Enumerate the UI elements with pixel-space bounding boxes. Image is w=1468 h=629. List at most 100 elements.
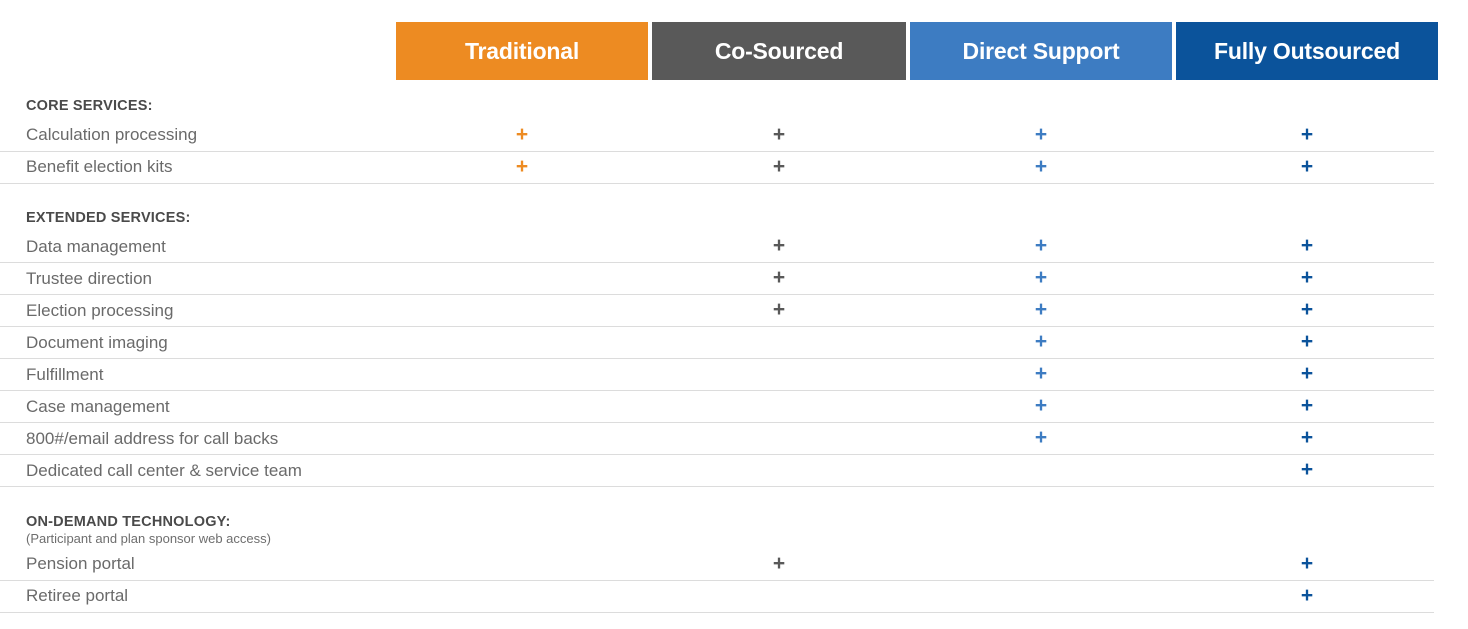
row-marks: +++ xyxy=(396,263,1434,294)
plus-icon-fully_outsourced: + xyxy=(1176,120,1438,151)
plus-icon-traditional: + xyxy=(396,152,648,183)
row-marks: +++ xyxy=(396,295,1434,326)
matrix-row[interactable]: Document imaging ++ xyxy=(0,327,1434,359)
matrix-row[interactable]: Benefit election kits ++++ xyxy=(0,152,1434,184)
row-label: Retiree portal xyxy=(26,586,128,606)
row-marks: ++++ xyxy=(396,120,1434,151)
empty-cell-direct_support xyxy=(910,455,1172,486)
column-header-co_sourced[interactable]: Co-Sourced xyxy=(652,22,906,80)
plus-icon-co_sourced: + xyxy=(652,231,906,262)
empty-cell-traditional xyxy=(396,549,648,580)
column-header-fully_outsourced[interactable]: Fully Outsourced xyxy=(1176,22,1438,80)
section-heading: EXTENDED SERVICES: xyxy=(0,184,1468,232)
matrix-row[interactable]: Data management +++ xyxy=(0,231,1434,263)
column-header-label: Traditional xyxy=(465,38,579,65)
matrix-row[interactable]: Calculation processing ++++ xyxy=(0,120,1434,152)
plus-icon-fully_outsourced: + xyxy=(1176,263,1438,294)
plus-icon-co_sourced: + xyxy=(652,295,906,326)
section-subheading: (Participant and plan sponsor web access… xyxy=(0,531,1468,549)
row-marks: + xyxy=(396,455,1434,486)
row-marks: ++ xyxy=(396,359,1434,390)
empty-cell-co_sourced xyxy=(652,327,906,358)
header-corner-spacer xyxy=(0,0,396,82)
row-label: Trustee direction xyxy=(26,269,152,289)
empty-cell-traditional xyxy=(396,391,648,422)
matrix-row[interactable]: Pension portal ++ xyxy=(0,549,1434,581)
plus-icon-direct_support: + xyxy=(910,152,1172,183)
section-heading: CORE SERVICES: xyxy=(0,82,1468,120)
row-label: Dedicated call center & service team xyxy=(26,461,302,481)
empty-cell-traditional xyxy=(396,455,648,486)
row-label: Fulfillment xyxy=(26,365,103,385)
empty-cell-traditional xyxy=(396,581,648,612)
empty-cell-traditional xyxy=(396,263,648,294)
matrix-row[interactable]: Case management++ xyxy=(0,391,1434,423)
empty-cell-direct_support xyxy=(910,581,1172,612)
column-header-label: Direct Support xyxy=(963,38,1120,65)
row-label: Calculation processing xyxy=(26,125,197,145)
row-label: Pension portal xyxy=(26,554,135,574)
matrix-row[interactable]: Fulfillment ++ xyxy=(0,359,1434,391)
matrix-row[interactable]: 800#/email address for call backs ++ xyxy=(0,423,1434,455)
row-marks: ++ xyxy=(396,327,1434,358)
header-cells: Traditional Co-Sourced Direct Support Fully… xyxy=(396,0,1434,80)
plus-icon-fully_outsourced: + xyxy=(1176,327,1438,358)
column-header-traditional[interactable]: Traditional xyxy=(396,22,648,80)
plus-icon-fully_outsourced: + xyxy=(1176,455,1438,486)
empty-cell-co_sourced xyxy=(652,581,906,612)
empty-cell-co_sourced xyxy=(652,391,906,422)
plus-icon-direct_support: + xyxy=(910,423,1172,454)
plus-icon-fully_outsourced: + xyxy=(1176,549,1438,580)
matrix-row[interactable]: Retiree portal + xyxy=(0,581,1434,613)
empty-cell-co_sourced xyxy=(652,455,906,486)
comparison-matrix: Traditional Co-Sourced Direct Support Fully… xyxy=(0,0,1468,629)
row-label: Benefit election kits xyxy=(26,157,172,177)
plus-icon-fully_outsourced: + xyxy=(1176,295,1438,326)
row-label: Document imaging xyxy=(26,333,168,353)
plus-icon-direct_support: + xyxy=(910,231,1172,262)
empty-cell-traditional xyxy=(396,359,648,390)
row-label: Data management xyxy=(26,237,166,257)
matrix-row[interactable]: Trustee direction +++ xyxy=(0,263,1434,295)
plus-icon-direct_support: + xyxy=(910,359,1172,390)
plus-icon-fully_outsourced: + xyxy=(1176,231,1438,262)
plus-icon-direct_support: + xyxy=(910,391,1172,422)
empty-cell-direct_support xyxy=(910,549,1172,580)
plus-icon-fully_outsourced: + xyxy=(1176,391,1438,422)
plus-icon-direct_support: + xyxy=(910,327,1172,358)
empty-cell-traditional xyxy=(396,327,648,358)
plus-icon-direct_support: + xyxy=(910,120,1172,151)
plus-icon-co_sourced: + xyxy=(652,152,906,183)
plus-icon-fully_outsourced: + xyxy=(1176,581,1438,612)
plus-icon-direct_support: + xyxy=(910,263,1172,294)
row-label: Election processing xyxy=(26,301,173,321)
empty-cell-co_sourced xyxy=(652,359,906,390)
plus-icon-traditional: + xyxy=(396,120,648,151)
plus-icon-fully_outsourced: + xyxy=(1176,152,1438,183)
row-marks: ++ xyxy=(396,423,1434,454)
row-marks: + xyxy=(396,581,1434,612)
plus-icon-fully_outsourced: + xyxy=(1176,423,1438,454)
section-heading: ON-DEMAND TECHNOLOGY: xyxy=(0,487,1468,531)
empty-cell-traditional xyxy=(396,295,648,326)
plus-icon-co_sourced: + xyxy=(652,120,906,151)
column-header-row: Traditional Co-Sourced Direct Support Fully… xyxy=(0,0,1468,82)
matrix-body: CORE SERVICES:Calculation processing++++… xyxy=(0,82,1468,613)
row-marks: +++ xyxy=(396,231,1434,262)
empty-cell-traditional xyxy=(396,231,648,262)
column-header-label: Fully Outsourced xyxy=(1214,38,1400,65)
row-marks: ++++ xyxy=(396,152,1434,183)
matrix-row[interactable]: Dedicated call center & service team + xyxy=(0,455,1434,487)
empty-cell-traditional xyxy=(396,423,648,454)
column-header-direct_support[interactable]: Direct Support xyxy=(910,22,1172,80)
row-marks: ++ xyxy=(396,549,1434,580)
plus-icon-fully_outsourced: + xyxy=(1176,359,1438,390)
plus-icon-direct_support: + xyxy=(910,295,1172,326)
column-header-label: Co-Sourced xyxy=(715,38,843,65)
plus-icon-co_sourced: + xyxy=(652,263,906,294)
matrix-row[interactable]: Election processing +++ xyxy=(0,295,1434,327)
row-label: 800#/email address for call backs xyxy=(26,429,278,449)
empty-cell-co_sourced xyxy=(652,423,906,454)
row-label: Case management xyxy=(26,397,170,417)
plus-icon-co_sourced: + xyxy=(652,549,906,580)
